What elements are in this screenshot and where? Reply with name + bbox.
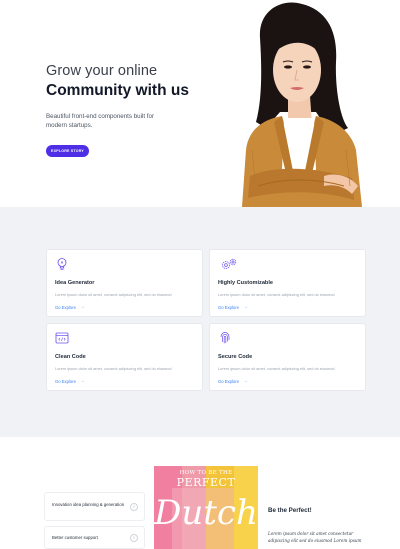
fingerprint-icon: [220, 332, 230, 344]
features-section: Idea Generator Lorem ipsum dolor sit ame…: [0, 207, 400, 437]
feature-title: Highly Customizable: [218, 280, 274, 286]
feature-description: Lorem ipsum dolor sit amet, consect adip…: [55, 366, 172, 371]
feature-title: Clean Code: [55, 354, 86, 360]
hero-section: Grow your online Community with us Beaut…: [0, 0, 400, 207]
explore-story-button[interactable]: EXPLORE STORY: [46, 145, 89, 157]
feature-card-idea-generator: Idea Generator Lorem ipsum dolor sit ame…: [46, 249, 203, 317]
feature-card-clean-code: Clean Code Lorem ipsum dolor sit amet, c…: [46, 323, 203, 391]
go-explore-link[interactable]: Go Explore →: [218, 378, 248, 384]
hero-title-line-2: Community with us: [46, 82, 189, 99]
lightbulb-icon: [57, 258, 67, 270]
feature-card-highly-customizable: Highly Customizable Lorem ipsum dolor si…: [209, 249, 366, 317]
feature-card-secure-code: Secure Code Lorem ipsum dolor sit amet, …: [209, 323, 366, 391]
go-explore-label: Go Explore: [55, 378, 76, 384]
accordion-label: Better customer support: [52, 535, 98, 540]
accordion-item[interactable]: Better customer support ›: [44, 526, 145, 549]
go-explore-label: Go Explore: [55, 304, 76, 310]
poster-perfect-text: PERFECT: [177, 476, 236, 489]
feature-title: Secure Code: [218, 354, 253, 360]
go-explore-link[interactable]: Go Explore →: [218, 304, 248, 310]
arrow-right-icon: →: [242, 378, 248, 384]
arrow-right-icon: →: [242, 304, 248, 310]
feature-description: Lorem ipsum dolor sit amet, consect adip…: [218, 366, 335, 371]
hero-person-image: [242, 2, 362, 207]
go-explore-label: Go Explore: [218, 378, 239, 384]
hero-description: Beautiful front-end components built for…: [46, 113, 155, 129]
gears-icon: [222, 258, 237, 269]
code-window-icon: [55, 332, 69, 344]
feature-description: Lorem ipsum dolor sit amet, consect adip…: [218, 292, 335, 297]
arrow-right-icon: →: [79, 304, 85, 310]
chevron-right-icon: ›: [130, 534, 138, 542]
accordion-label: Innovation idea planning & generation: [52, 502, 125, 507]
book-cover-image: HOW TO BE THE PERFECT Dutch: [154, 466, 258, 549]
feature-title: Idea Generator: [55, 280, 95, 286]
go-explore-label: Go Explore: [218, 304, 239, 310]
arrow-right-icon: →: [79, 378, 85, 384]
accordion-item[interactable]: Innovation idea planning & generation ›: [44, 492, 145, 521]
poster-script-text: Dutch: [154, 493, 258, 533]
hero-title-line-1: Grow your online: [46, 63, 158, 79]
section-description: Lorem ipsum dolor sit amet consectetur a…: [268, 531, 362, 543]
section-title: Be the Perfect!: [268, 507, 312, 514]
go-explore-link[interactable]: Go Explore →: [55, 378, 85, 384]
chevron-right-icon: ›: [130, 503, 138, 511]
feature-description: Lorem ipsum dolor sit amet, consect adip…: [55, 292, 172, 297]
go-explore-link[interactable]: Go Explore →: [55, 304, 85, 310]
